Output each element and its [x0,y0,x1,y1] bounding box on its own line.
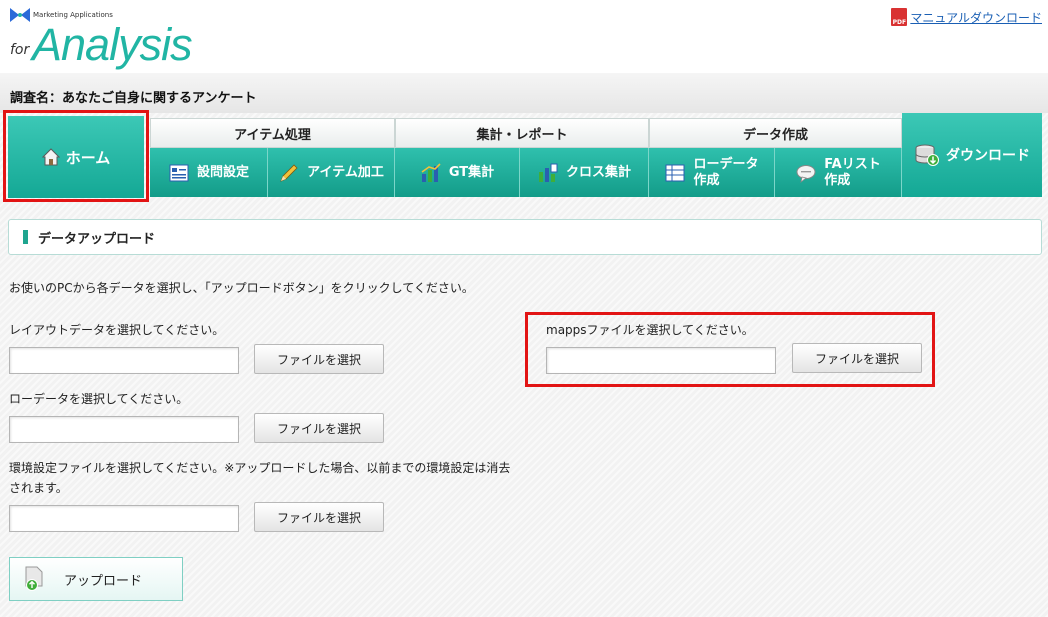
gt-chart-icon [421,162,441,182]
upload-file-icon [25,566,43,591]
group-data-create: データ作成 [649,118,902,148]
app-header: Marketing Applications for Analysis PDF … [0,0,1048,73]
pdf-icon: PDF [891,8,908,26]
pencil-icon [280,163,298,182]
brand-mark-icon [10,8,30,22]
tab-question-settings-label: 設問設定 [196,164,249,180]
table-icon [665,164,685,181]
tab-fa-list-create[interactable]: FAリスト 作成 [775,148,902,197]
tab-download-label: ダウンロード [946,148,1030,164]
section-title: データアップロード [38,231,156,247]
upload-button-label: アップロード [64,573,143,589]
tab-raw-data-label: ローデータ 作成 [693,156,759,188]
tab-item-edit-label: アイテム加工 [307,164,384,180]
tab-fa-list-label: FAリスト 作成 [824,156,881,188]
instructions-text: お使いのPCから各データを選択し、「アップロードボタン」をクリックしてください。 [9,281,474,295]
env-file-field[interactable] [9,505,239,532]
manual-download-link[interactable]: マニュアルダウンロード [910,9,1042,26]
tab-item-edit[interactable]: アイテム加工 [268,148,395,197]
env-settings-label: 環境設定ファイルを選択してください。※アップロードした場合、以前までの環境設定は… [9,461,511,475]
layout-file-field[interactable] [9,347,239,374]
form-icon [169,164,189,181]
brand-prefix: for [10,42,30,58]
section-header: データアップロード [8,219,1042,255]
tab-raw-data-create[interactable]: ローデータ 作成 [649,148,775,197]
cross-chart-icon [538,163,558,182]
upload-button[interactable]: アップロード [9,557,183,601]
tab-cross-tabulation[interactable]: クロス集計 [520,148,649,197]
env-settings-label-cont: されます。 [9,481,68,495]
brand-tagline: Marketing Applications [33,11,113,19]
raw-file-field[interactable] [9,416,239,443]
env-file-button[interactable]: ファイルを選択 [254,502,384,532]
survey-bar: 調査名：あなたご自身に関するアンケート [0,73,1048,113]
tab-gt-label: GT集計 [448,164,495,180]
speech-bubble-icon [796,164,816,183]
tab-cross-label: クロス集計 [565,164,631,180]
layout-file-button[interactable]: ファイルを選択 [254,344,384,374]
group-report: 集計・レポート [395,118,649,148]
brand-name: Analysis [32,19,193,70]
group-item-processing: アイテム処理 [150,118,395,148]
survey-title: 調査名：あなたご自身に関するアンケート [10,91,257,106]
tab-download[interactable]: ダウンロード [902,113,1042,197]
tab-question-settings[interactable]: 設問設定 [150,148,268,197]
highlight-home-tab [3,110,149,202]
section-marker [23,230,28,244]
highlight-mapps-section [525,312,935,387]
manual-download[interactable]: PDF マニュアルダウンロード [891,8,1042,26]
layout-data-label: レイアウトデータを選択してください。 [9,323,225,337]
tab-gt-tabulation[interactable]: GT集計 [395,148,520,197]
main-nav: ホーム アイテム処理 集計・レポート データ作成 設問設定 アイテム加工 GT集… [0,113,1048,198]
raw-data-label: ローデータを選択してください。 [9,392,189,406]
database-download-icon [915,144,939,166]
raw-file-button[interactable]: ファイルを選択 [254,413,384,443]
